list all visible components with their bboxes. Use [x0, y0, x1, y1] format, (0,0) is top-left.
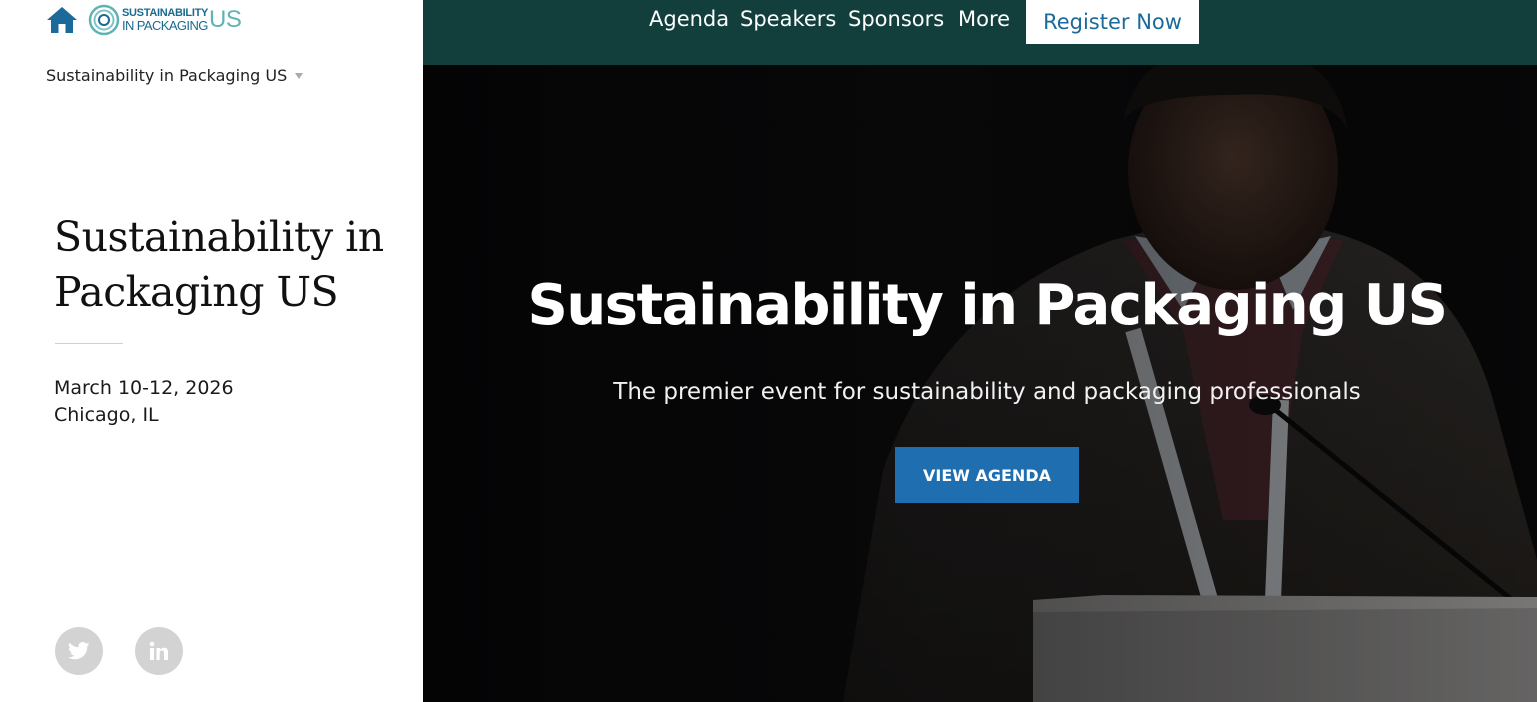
site-switcher-label: Sustainability in Packaging US	[46, 66, 288, 85]
title-divider	[55, 343, 123, 344]
top-navigation: Agenda Speakers Sponsors More Register N…	[423, 0, 1537, 65]
nav-agenda[interactable]: Agenda	[649, 6, 729, 32]
brand-swirl-icon	[88, 4, 120, 36]
hero-section: Agenda Speakers Sponsors More Register N…	[423, 0, 1537, 702]
twitter-button[interactable]	[55, 627, 103, 675]
home-link[interactable]	[46, 5, 78, 35]
hero-background-photo	[423, 0, 1537, 702]
linkedin-button[interactable]	[135, 627, 183, 675]
linkedin-icon	[149, 641, 168, 660]
twitter-icon	[68, 642, 90, 660]
event-title: Sustainability in Packaging US	[54, 213, 384, 316]
brand-logo-bottom: IN PACKAGING	[122, 18, 208, 33]
logo-row: SUSTAINABILITY IN PACKAGING US	[46, 4, 242, 36]
caret-down-icon	[295, 72, 304, 79]
nav-sponsors[interactable]: Sponsors	[848, 6, 944, 32]
site-switcher-dropdown[interactable]: Sustainability in Packaging US	[46, 66, 304, 85]
brand-logo-suffix: US	[209, 6, 242, 33]
view-agenda-button[interactable]: VIEW AGENDA	[895, 447, 1079, 503]
event-date: March 10-12, 2026	[54, 377, 234, 399]
brand-wordmark: SUSTAINABILITY IN PACKAGING US	[122, 6, 242, 33]
nav-more[interactable]: More	[958, 6, 1010, 32]
hero-subtitle: The premier event for sustainability and…	[613, 379, 1361, 405]
event-location: Chicago, IL	[54, 404, 159, 426]
register-now-button[interactable]: Register Now	[1026, 0, 1199, 44]
hero-title: Sustainability in Packaging US	[527, 273, 1448, 338]
sidebar: SUSTAINABILITY IN PACKAGING US Sustainab…	[0, 0, 423, 702]
nav-speakers[interactable]: Speakers	[740, 6, 836, 32]
home-icon	[47, 7, 77, 33]
brand-logo[interactable]: SUSTAINABILITY IN PACKAGING US	[88, 4, 242, 36]
